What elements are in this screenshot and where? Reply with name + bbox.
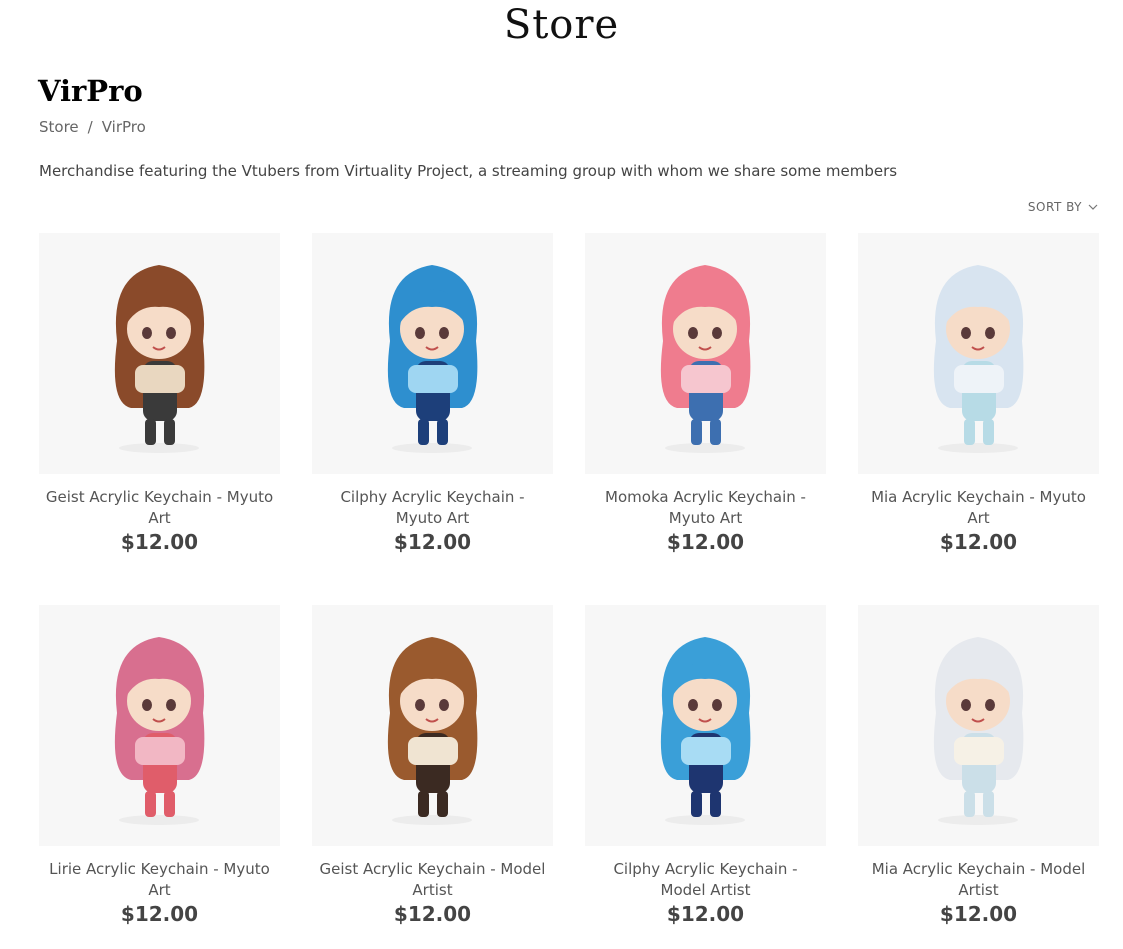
product-price: $12.00: [120, 530, 199, 554]
sort-by-dropdown[interactable]: SORT BY: [1028, 200, 1099, 214]
product-image[interactable]: [858, 233, 1099, 474]
breadcrumb: Store / VirPro: [39, 118, 146, 136]
chibi-figure-illustration: [660, 637, 751, 825]
breadcrumb-current: VirPro: [101, 118, 146, 136]
chevron-down-icon: [1088, 204, 1098, 210]
site-title[interactable]: Store: [0, 2, 1123, 48]
chibi-figure-illustration: [114, 265, 205, 453]
product-name[interactable]: Lirie Acrylic Keychain - Myuto Art: [39, 859, 280, 901]
product-image[interactable]: [585, 605, 826, 846]
page-title: VirPro: [38, 74, 143, 108]
sort-by-label: SORT BY: [1027, 200, 1082, 214]
product-image[interactable]: [312, 605, 553, 846]
product-price: $12.00: [666, 530, 745, 554]
chibi-figure-illustration: [114, 637, 205, 825]
product-card[interactable]: Mia Acrylic Keychain - Myuto Art $12.00: [858, 233, 1099, 577]
product-card[interactable]: Momoka Acrylic Keychain - Myuto Art $12.…: [585, 233, 826, 577]
product-name[interactable]: Mia Acrylic Keychain - Model Artist: [858, 859, 1099, 901]
product-card[interactable]: Lirie Acrylic Keychain - Myuto Art $12.0…: [39, 605, 280, 949]
breadcrumb-store-link[interactable]: Store: [39, 118, 79, 136]
chibi-figure-illustration: [387, 265, 478, 453]
chibi-figure-illustration: [387, 637, 478, 825]
product-name[interactable]: Mia Acrylic Keychain - Myuto Art: [858, 487, 1099, 529]
chibi-figure-illustration: [933, 265, 1024, 453]
product-card[interactable]: Geist Acrylic Keychain - Model Artist $1…: [312, 605, 553, 949]
product-price: $12.00: [393, 902, 472, 926]
product-name[interactable]: Geist Acrylic Keychain - Model Artist: [312, 859, 553, 901]
product-price: $12.00: [939, 902, 1018, 926]
chibi-figure-illustration: [660, 265, 751, 453]
collection-description: Merchandise featuring the Vtubers from V…: [39, 162, 898, 180]
product-price: $12.00: [666, 902, 745, 926]
product-card[interactable]: Geist Acrylic Keychain - Myuto Art $12.0…: [39, 233, 280, 577]
product-name[interactable]: Cilphy Acrylic Keychain - Model Artist: [585, 859, 826, 901]
product-price: $12.00: [120, 902, 199, 926]
product-card[interactable]: Cilphy Acrylic Keychain - Myuto Art $12.…: [312, 233, 553, 577]
breadcrumb-separator: /: [87, 118, 93, 136]
product-image[interactable]: [858, 605, 1099, 846]
product-name[interactable]: Geist Acrylic Keychain - Myuto Art: [39, 487, 280, 529]
product-image[interactable]: [585, 233, 826, 474]
product-card[interactable]: Mia Acrylic Keychain - Model Artist $12.…: [858, 605, 1099, 949]
product-name[interactable]: Cilphy Acrylic Keychain - Myuto Art: [312, 487, 553, 529]
product-name[interactable]: Momoka Acrylic Keychain - Myuto Art: [585, 487, 826, 529]
product-image[interactable]: [39, 605, 280, 846]
product-price: $12.00: [939, 530, 1018, 554]
chibi-figure-illustration: [933, 637, 1024, 825]
product-grid: Geist Acrylic Keychain - Myuto Art $12.0…: [39, 233, 1099, 949]
product-price: $12.00: [393, 530, 472, 554]
product-card[interactable]: Cilphy Acrylic Keychain - Model Artist $…: [585, 605, 826, 949]
product-image[interactable]: [39, 233, 280, 474]
product-image[interactable]: [312, 233, 553, 474]
